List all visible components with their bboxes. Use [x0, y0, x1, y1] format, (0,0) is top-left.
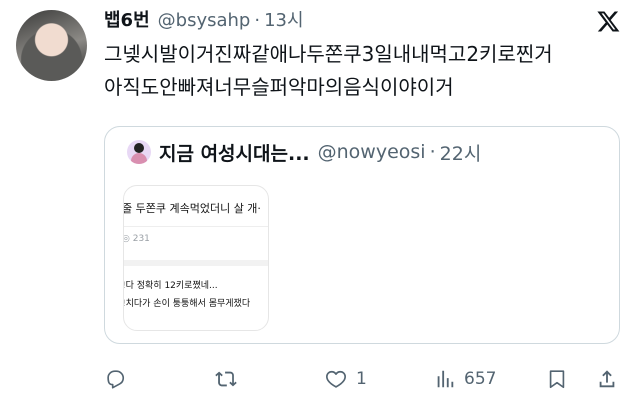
image-text-line: !다 정확히 12키로쪘네...: [123, 281, 218, 291]
bookmark-button[interactable]: [546, 364, 568, 394]
image-divider-band: [124, 260, 268, 266]
author-name[interactable]: 뱁6번: [104, 6, 150, 32]
separator-dot: ·: [254, 10, 261, 31]
author-avatar[interactable]: [16, 10, 87, 81]
share-button[interactable]: [596, 364, 618, 394]
tweet-time[interactable]: 13시: [264, 6, 303, 32]
quoted-tweet-card[interactable]: 지금 여성시대는... @nowyeosi · 22시 줄 두쫀쿠 계속먹었더니…: [104, 126, 620, 344]
image-views-text: ◎ 231: [123, 234, 150, 244]
reply-icon: [107, 370, 125, 389]
bookmark-icon: [549, 370, 565, 389]
image-divider: [124, 226, 268, 227]
retweet-button[interactable]: [214, 364, 238, 394]
quoted-image-thumbnail[interactable]: 줄 두쫀쿠 계속먹었더니 살 개· ◎ 231 !다 정확히 12키로쪘네...…: [123, 185, 269, 331]
tweet-text-line: 그넺시발이거진짜같애나두쫀쿠3일내내먹고2키로찐거: [104, 42, 553, 66]
tweet-header: 뱁6번 @bsysahp · 13시: [104, 6, 304, 32]
reply-button[interactable]: [104, 364, 126, 394]
views-button[interactable]: 657: [434, 364, 496, 394]
action-bar: 1 657: [104, 364, 624, 394]
like-button[interactable]: 1: [324, 364, 367, 394]
tweet-text-line: 아직도안빠져너무슬퍼악마의음식이야이거: [104, 75, 454, 99]
quoted-author-handle: @nowyeosi: [317, 141, 426, 163]
quoted-separator-dot: ·: [429, 141, 436, 163]
views-icon: [437, 370, 454, 388]
like-count: 1: [356, 369, 367, 389]
retweet-icon: [215, 371, 237, 387]
heart-icon: [326, 370, 346, 388]
views-count: 657: [464, 369, 497, 389]
author-handle[interactable]: @bsysahp: [158, 10, 251, 31]
quoted-avatar: [127, 140, 151, 164]
tweet-text: 그넺시발이거진짜같애나두쫀쿠3일내내먹고2키로찐거 아직도안빠져너무슬퍼악마의음…: [104, 38, 629, 104]
image-text-line: !치다가 손이 퉁퉁해서 몸무게쟀다: [123, 299, 251, 309]
quoted-author-name: 지금 여성시대는...: [159, 142, 310, 165]
quoted-header: 지금 여성시대는... @nowyeosi · 22시: [127, 137, 481, 167]
image-text-line: 줄 두쫀쿠 계속먹었더니 살 개·: [123, 202, 261, 215]
quoted-time: 22시: [439, 142, 482, 165]
x-logo-icon: [597, 11, 620, 32]
share-icon: [599, 370, 615, 388]
